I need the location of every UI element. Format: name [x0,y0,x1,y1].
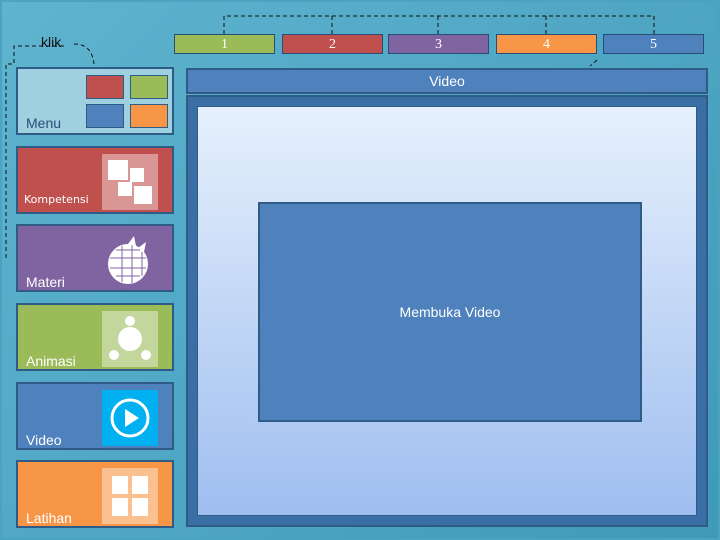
kompetensi-label: Kompetensi [24,193,89,206]
globe-wiki-icon [108,236,148,284]
molecule-icon [102,311,158,367]
menu-mini-tile-green [130,75,168,99]
animasi-tile[interactable]: Animasi [16,303,174,371]
klik-label: klik [41,34,62,50]
menu-mini-tile-orange [130,104,168,128]
video-tile[interactable]: Video [16,382,174,450]
video-player[interactable]: Membuka Video [258,202,642,422]
latihan-tile[interactable]: Latihan [16,460,174,528]
play-icon [102,390,158,446]
tab-2[interactable]: 2 [282,34,383,54]
tab-1[interactable]: 1 [174,34,275,54]
menu-tile[interactable]: Menu [16,67,174,135]
video-tile-label: Video [26,432,62,448]
materi-tile[interactable]: Materi [16,224,174,292]
kompetensi-tile[interactable]: Kompetensi [16,146,174,214]
materi-label: Materi [26,274,65,290]
tab-4[interactable]: 4 [496,34,597,54]
latihan-label: Latihan [26,510,72,526]
menu-label: Menu [26,115,62,131]
tab-3[interactable]: 3 [388,34,489,54]
tab-5[interactable]: 5 [603,34,704,54]
animasi-label: Animasi [26,353,76,369]
menu-mini-tile-blue [86,104,124,128]
grid-icon [102,468,158,524]
menu-mini-tile-red [86,75,124,99]
page-title: Video [186,68,708,94]
puzzle-squares-icon [102,154,158,210]
